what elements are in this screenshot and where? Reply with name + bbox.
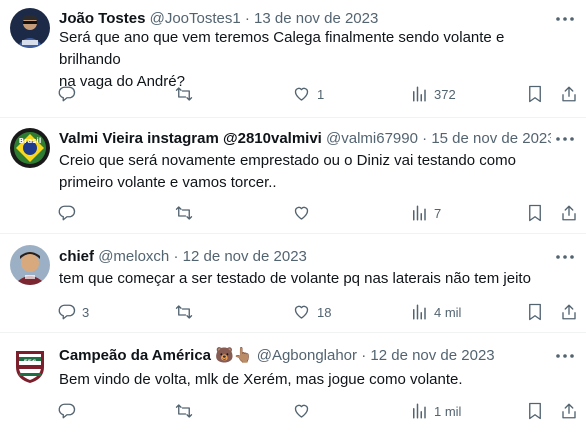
- views-button[interactable]: 372: [410, 83, 456, 105]
- avatar[interactable]: FFC: [10, 345, 50, 385]
- avatar[interactable]: [10, 245, 50, 285]
- share-icon: [562, 205, 576, 221]
- tweet-date[interactable]: 13 de nov de 2023: [254, 10, 378, 27]
- reply-button[interactable]: [58, 400, 82, 422]
- reply-icon: [58, 403, 76, 419]
- name-emoji: 🐻👆🏽: [215, 347, 253, 364]
- tweet[interactable]: FFC Campeão da América 🐻👆🏽 @Agbonglahor …: [0, 333, 586, 433]
- tweet[interactable]: João Tostes @JooTostes1 · 13 de nov de 2…: [0, 0, 586, 118]
- author-name[interactable]: João Tostes: [59, 10, 145, 27]
- bookmark-button[interactable]: [527, 83, 543, 105]
- tweet-header: Valmi Vieira instagram @2810valmivi @val…: [59, 129, 551, 149]
- tweet-header: chief @meloxch · 12 de nov de 2023: [59, 247, 539, 267]
- retweet-button[interactable]: [174, 83, 200, 105]
- views-button[interactable]: 1 mil: [410, 400, 461, 422]
- view-count: 4 mil: [434, 304, 462, 320]
- separator: ·: [361, 347, 367, 364]
- retweet-icon: [175, 206, 193, 220]
- separator: ·: [173, 248, 179, 265]
- share-icon: [562, 403, 576, 419]
- share-button[interactable]: [560, 301, 578, 323]
- avatar[interactable]: [10, 8, 50, 48]
- svg-text:FFC: FFC: [24, 359, 37, 366]
- author-handle[interactable]: @JooTostes1: [150, 10, 241, 27]
- more-icon[interactable]: [554, 247, 576, 267]
- tweet-header: João Tostes @JooTostes1 · 13 de nov de 2…: [59, 9, 539, 29]
- tweet-date[interactable]: 15 de nov de 2023: [431, 130, 551, 147]
- share-button[interactable]: [560, 202, 578, 224]
- retweet-button[interactable]: [174, 400, 200, 422]
- reply-button[interactable]: 3: [58, 301, 89, 323]
- retweet-icon: [175, 87, 193, 101]
- bookmark-icon: [529, 204, 541, 222]
- action-bar: 3 18 4 mil: [0, 301, 586, 323]
- like-button[interactable]: [292, 202, 317, 224]
- view-count: 7: [434, 205, 442, 221]
- views-button[interactable]: 7: [410, 202, 441, 224]
- more-icon[interactable]: [554, 9, 576, 29]
- bookmark-icon: [529, 402, 541, 420]
- share-icon: [562, 304, 576, 320]
- reply-icon: [58, 205, 76, 221]
- action-bar: 1 372: [0, 83, 586, 105]
- author-handle[interactable]: @meloxch: [98, 248, 169, 265]
- heart-icon: [294, 404, 309, 418]
- action-bar: 7: [0, 202, 586, 224]
- reply-count: 3: [82, 304, 90, 320]
- tweet-text: Bem vindo de volta, mlk de Xerém, mas jo…: [59, 371, 463, 388]
- views-icon: [413, 304, 426, 320]
- tweet-date[interactable]: 12 de nov de 2023: [370, 347, 494, 364]
- tweet-text: tem que começar a ser testado de volante…: [59, 270, 531, 287]
- bookmark-icon: [529, 303, 541, 321]
- views-icon: [413, 205, 426, 221]
- author-name[interactable]: Valmi Vieira instagram @2810valmivi: [59, 130, 322, 147]
- more-icon[interactable]: [554, 346, 576, 366]
- avatar[interactable]: Brasil: [10, 128, 50, 168]
- author-handle[interactable]: @valmi67990: [326, 130, 418, 147]
- views-icon: [413, 86, 426, 102]
- share-button[interactable]: [560, 83, 578, 105]
- like-button[interactable]: 1: [292, 83, 324, 105]
- like-button[interactable]: 18: [292, 301, 331, 323]
- views-icon: [413, 403, 426, 419]
- views-button[interactable]: 4 mil: [410, 301, 461, 323]
- retweet-button[interactable]: [174, 202, 200, 224]
- retweet-button[interactable]: [174, 301, 200, 323]
- svg-text:Brasil: Brasil: [19, 137, 41, 145]
- share-icon: [562, 86, 576, 102]
- separator: ·: [244, 10, 250, 27]
- heart-icon: [294, 87, 309, 101]
- like-count: 18: [317, 304, 332, 320]
- retweet-icon: [175, 404, 193, 418]
- heart-icon: [294, 305, 309, 319]
- separator: ·: [422, 130, 428, 147]
- like-count: 1: [317, 86, 325, 102]
- more-icon[interactable]: [554, 129, 576, 149]
- author-handle[interactable]: @Agbonglahor: [257, 347, 357, 364]
- bookmark-button[interactable]: [527, 202, 543, 224]
- reply-icon: [58, 86, 76, 102]
- share-button[interactable]: [560, 400, 578, 422]
- heart-icon: [294, 206, 309, 220]
- reply-button[interactable]: [58, 202, 82, 224]
- bookmark-icon: [529, 85, 541, 103]
- reply-button[interactable]: [58, 83, 82, 105]
- author-name[interactable]: Campeão da América: [59, 347, 211, 364]
- like-button[interactable]: [292, 400, 317, 422]
- tweet[interactable]: chief @meloxch · 12 de nov de 2023 tem q…: [0, 234, 586, 332]
- action-bar: 1 mil: [0, 400, 586, 422]
- tweet-date[interactable]: 12 de nov de 2023: [183, 248, 307, 265]
- retweet-icon: [175, 305, 193, 319]
- view-count: 1 mil: [434, 403, 462, 419]
- tweet-text: Creio que será novamente emprestado ou o…: [59, 152, 516, 191]
- author-name[interactable]: chief: [59, 248, 94, 265]
- bookmark-button[interactable]: [527, 301, 543, 323]
- view-count: 372: [434, 86, 456, 102]
- tweet-header: Campeão da América 🐻👆🏽 @Agbonglahor · 12…: [59, 346, 539, 366]
- reply-icon: [58, 304, 76, 320]
- tweet[interactable]: Brasil Valmi Vieira instagram @2810valmi…: [0, 118, 586, 233]
- bookmark-button[interactable]: [527, 400, 543, 422]
